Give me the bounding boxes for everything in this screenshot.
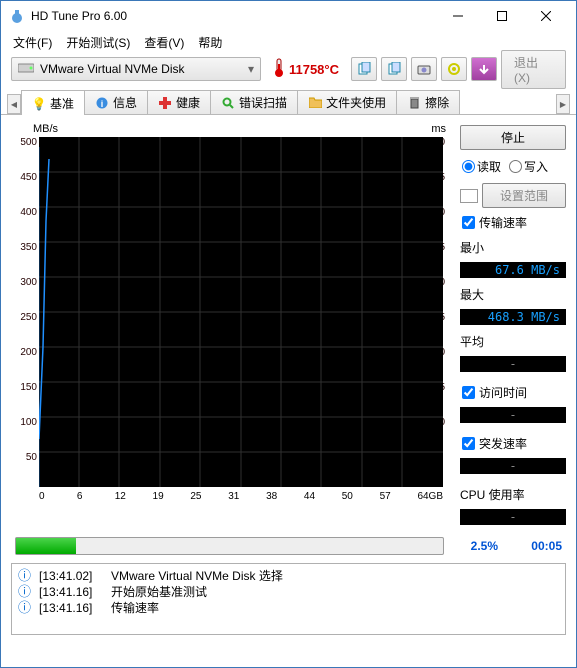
search-icon [221,96,235,110]
tab-info[interactable]: i 信息 [84,90,148,114]
chart-area: MB/s ms 50045040035030025020015010050 50… [11,123,452,513]
access-value: - [460,407,566,423]
info-icon: ⓘ [18,600,31,616]
menu-view[interactable]: 查看(V) [138,32,190,53]
tab-label: 文件夹使用 [326,94,386,111]
tab-health[interactable]: 健康 [147,90,211,114]
cpu-label: CPU 使用率 [460,486,566,503]
bulb-icon: 💡 [32,97,46,111]
info-icon: i [95,96,109,110]
tab-label: 错误扫描 [239,94,287,111]
progress-percent: 2.5% [454,539,498,553]
transfer-rate-check[interactable]: 传输速率 [460,214,566,231]
disk-icon [18,62,34,77]
tab-scroll-right[interactable]: ▶ [556,94,570,114]
x-ticks: 06121925313844505764GB [39,491,443,502]
set-range-button[interactable]: 设置范围 [482,183,566,208]
copy-info-button[interactable] [381,57,407,81]
thermometer-icon [273,58,285,81]
log-msg: VMware Virtual NVMe Disk 选择 [111,568,559,584]
tab-label: 擦除 [425,94,449,111]
tab-error-scan[interactable]: 错误扫描 [210,90,298,114]
tab-erase[interactable]: 擦除 [396,90,460,114]
info-icon: ⓘ [18,568,31,584]
side-panel: 停止 读取 写入 设置范围 传输速率 最小 67.6 MB/s 最大 468.3… [460,123,566,525]
maximize-button[interactable] [480,2,524,30]
settings-button[interactable] [441,57,467,81]
max-value: 468.3 MB/s [460,309,566,325]
app-icon [9,8,25,24]
menu-start-test[interactable]: 开始测试(S) [60,32,136,53]
titlebar: HD Tune Pro 6.00 [1,1,576,31]
window-title: HD Tune Pro 6.00 [31,9,436,23]
stop-button[interactable]: 停止 [460,125,566,150]
minimize-button[interactable] [436,2,480,30]
log-row: ⓘ [13:41.02] VMware Virtual NVMe Disk 选择 [18,568,559,584]
tab-benchmark[interactable]: 💡 基准 [21,90,85,115]
log-ts: [13:41.16] [39,584,103,600]
save-button[interactable] [471,57,497,81]
min-value: 67.6 MB/s [460,262,566,278]
tab-label: 基准 [50,95,74,112]
progress-row: 2.5% 00:05 [1,533,576,563]
temperature-value: 11758°C [289,62,339,77]
y-left-ticks: 50045040035030025020015010050 [13,137,37,487]
log-msg: 开始原始基准测试 [111,584,559,600]
device-select[interactable]: VMware Virtual NVMe Disk ▾ [11,57,261,81]
toolbar: VMware Virtual NVMe Disk ▾ 11758°C 退出(X) [1,53,576,85]
access-time-check[interactable]: 访问时间 [460,384,566,401]
screenshot-button[interactable] [411,57,437,81]
log-row: ⓘ [13:41.16] 开始原始基准测试 [18,584,559,600]
write-radio[interactable]: 写入 [509,158,548,175]
burst-check[interactable]: 突发速率 [460,435,566,452]
avg-label: 平均 [460,333,566,350]
device-name: VMware Virtual NVMe Disk [40,62,184,76]
tab-bar: ◀ 💡 基准 i 信息 健康 错误扫描 文件夹使用 擦除 ▶ [1,89,576,115]
log-ts: [13:41.16] [39,600,103,616]
y-right-label: ms [431,123,446,135]
range-swatch[interactable] [460,189,478,203]
max-label: 最大 [460,286,566,303]
exit-button[interactable]: 退出(X) [501,50,566,89]
y-left-label: MB/s [33,123,58,135]
chevron-down-icon: ▾ [248,62,254,76]
log-panel: ⓘ [13:41.02] VMware Virtual NVMe Disk 选择… [11,563,566,635]
tab-folder-usage[interactable]: 文件夹使用 [297,90,397,114]
trash-icon [407,96,421,110]
folder-icon [308,96,322,110]
read-radio[interactable]: 读取 [462,158,501,175]
log-row: ⓘ [13:41.16] 传输速率 [18,600,559,616]
progress-time: 00:05 [508,539,562,553]
info-icon: ⓘ [18,584,31,600]
temperature-display: 11758°C [273,58,339,81]
tab-scroll-left[interactable]: ◀ [7,94,21,114]
cpu-value: - [460,509,566,525]
burst-value: - [460,458,566,474]
avg-value: - [460,356,566,372]
log-ts: [13:41.02] [39,568,103,584]
close-button[interactable] [524,2,568,30]
svg-text:i: i [101,99,104,109]
menu-help[interactable]: 帮助 [192,32,228,53]
progress-bar [15,537,444,555]
copy-button[interactable] [351,57,377,81]
menu-file[interactable]: 文件(F) [7,32,58,53]
min-label: 最小 [460,239,566,256]
progress-fill [16,538,76,554]
tab-label: 信息 [113,94,137,111]
plot [39,137,443,487]
tab-label: 健康 [176,94,200,111]
menubar: 文件(F) 开始测试(S) 查看(V) 帮助 [1,31,576,53]
plus-icon [158,96,172,110]
log-msg: 传输速率 [111,600,559,616]
